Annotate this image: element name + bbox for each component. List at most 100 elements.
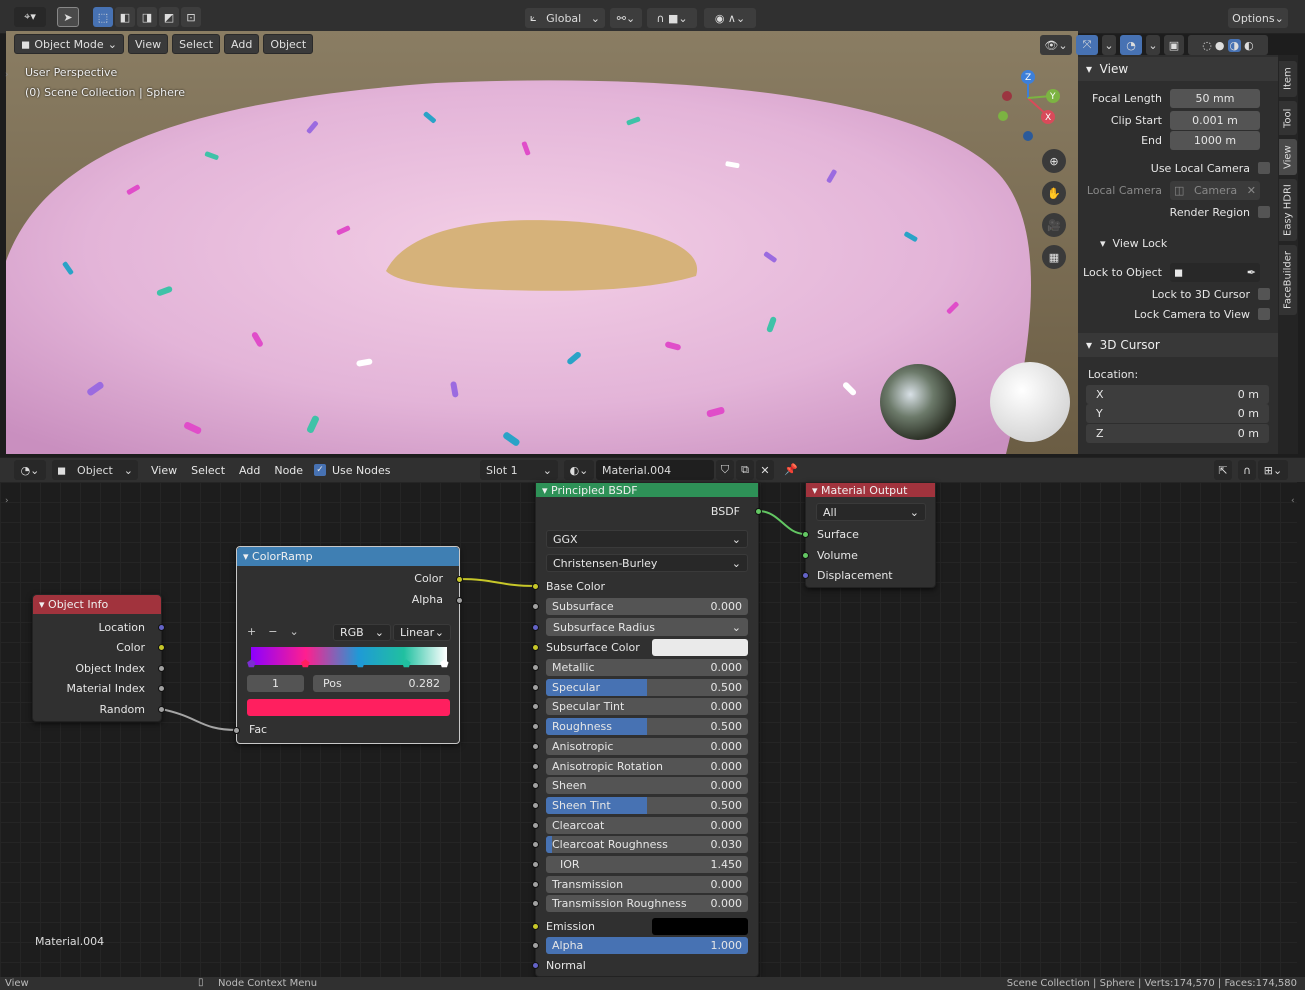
field-socket[interactable]: [532, 684, 539, 691]
material-shading-icon[interactable]: ◑: [1227, 38, 1242, 52]
options-dropdown[interactable]: Options ⌄: [1228, 8, 1288, 28]
viewport-menu-object[interactable]: Object: [263, 34, 314, 54]
snap-dropdown[interactable]: ∩ ■⌄: [647, 8, 697, 28]
grid-ortho-icon[interactable]: ▦: [1042, 245, 1066, 269]
view-lock-subheader[interactable]: ▾ View Lock: [1100, 233, 1167, 253]
subsurface-radius-socket[interactable]: [532, 624, 539, 631]
bsdf-field-anisotropic-rotation[interactable]: Anisotropic Rotation 0.000: [546, 758, 748, 775]
color-output-socket[interactable]: [456, 576, 463, 583]
active-stop-index-field[interactable]: 1: [247, 675, 304, 692]
gizmo-icon[interactable]: ⤧: [1076, 35, 1098, 55]
random-socket[interactable]: [158, 706, 165, 713]
visibility-icon[interactable]: 👁⌄: [1040, 35, 1072, 55]
proportional-edit-dropdown[interactable]: ◉ ∧⌄: [704, 8, 756, 28]
field-socket[interactable]: [532, 822, 539, 829]
shader-type-dropdown[interactable]: ◼ Object ⌄: [52, 460, 138, 480]
subsurface-color-socket[interactable]: [532, 644, 539, 651]
select-tool-button[interactable]: ➤: [57, 7, 79, 27]
zoom-icon[interactable]: ⊕: [1042, 149, 1066, 173]
3d-cursor-panel-header[interactable]: ▾ 3D Cursor: [1078, 333, 1278, 357]
stop-position-field[interactable]: Pos 0.282: [313, 675, 450, 692]
material-output-node[interactable]: ▾ Material Output All ⌄ Surface Volume Di…: [802, 482, 936, 588]
stop-color-swatch[interactable]: [247, 699, 450, 716]
tab-facebuilder[interactable]: FaceBuilder: [1279, 245, 1297, 315]
bsdf-field-anisotropic[interactable]: Anisotropic 0.000: [546, 738, 748, 755]
cursor-z-field[interactable]: Z0 m: [1086, 424, 1269, 443]
bsdf-field-clearcoat[interactable]: Clearcoat 0.000: [546, 817, 748, 834]
editor-type-button[interactable]: ◔⌄: [14, 460, 46, 480]
node-menu-add[interactable]: Add: [232, 464, 267, 477]
surface-socket[interactable]: [802, 531, 809, 538]
bsdf-field-specular[interactable]: Specular 0.500: [546, 679, 748, 696]
bsdf-field-ior[interactable]: IOR 1.450: [546, 856, 748, 873]
field-socket[interactable]: [532, 782, 539, 789]
subsurface-field[interactable]: Subsurface 0.000: [546, 598, 748, 615]
alpha-field[interactable]: Alpha 1.000: [546, 937, 748, 954]
overlays-icon[interactable]: ◔: [1120, 35, 1142, 55]
fac-input-socket[interactable]: [233, 727, 240, 734]
use-nodes-toggle[interactable]: ✓ Use Nodes: [314, 460, 391, 480]
color-mode-dropdown[interactable]: RGB ⌄: [333, 624, 391, 641]
bsdf-field-transmission-roughness[interactable]: Transmission Roughness 0.000: [546, 895, 748, 912]
interpolation-dropdown[interactable]: Linear ⌄: [393, 624, 451, 641]
close-icon[interactable]: ✕: [756, 460, 774, 480]
bsdf-field-metallic[interactable]: Metallic 0.000: [546, 659, 748, 676]
lock-to-object-field[interactable]: ◼ ✒: [1170, 262, 1260, 282]
field-socket[interactable]: [532, 900, 539, 907]
bsdf-field-transmission[interactable]: Transmission 0.000: [546, 876, 748, 893]
tab-view[interactable]: View: [1279, 139, 1297, 175]
color-socket[interactable]: [158, 644, 165, 651]
toolbar-expand-icon[interactable]: ›: [5, 70, 9, 80]
location-socket[interactable]: [158, 624, 165, 631]
clip-start-field[interactable]: 0.001 m: [1170, 110, 1260, 130]
material-name-field[interactable]: Material.004: [596, 460, 714, 480]
pivot-point-dropdown[interactable]: ⚯⌄: [610, 8, 642, 28]
select-new-icon[interactable]: ⬚: [93, 7, 113, 27]
lock-camera-to-view-checkbox[interactable]: [1258, 308, 1270, 320]
tab-easy-hdri[interactable]: Easy HDRI: [1279, 179, 1297, 241]
cursor-x-field[interactable]: X0 m: [1086, 385, 1269, 404]
chevron-down-icon[interactable]: ⌄: [1146, 35, 1160, 55]
rendered-shading-icon[interactable]: ◐: [1244, 39, 1254, 52]
ramp-stop-4[interactable]: ⬟: [440, 659, 449, 670]
material-index-socket[interactable]: [158, 685, 165, 692]
object-info-header[interactable]: ▾ Object Info: [33, 595, 161, 614]
navigation-gizmo[interactable]: Z X Y: [995, 68, 1065, 144]
slot-dropdown[interactable]: Slot 1 ⌄: [480, 460, 558, 480]
render-region-checkbox[interactable]: [1258, 206, 1270, 218]
close-icon[interactable]: ✕: [1247, 184, 1256, 197]
viewport-menu-select[interactable]: Select: [172, 34, 221, 54]
color-ramp-header[interactable]: ▾ ColorRamp: [237, 547, 459, 566]
cursor-y-field[interactable]: Y0 m: [1086, 404, 1269, 423]
bsdf-field-roughness[interactable]: Roughness 0.500: [546, 718, 748, 735]
field-socket[interactable]: [532, 664, 539, 671]
field-socket[interactable]: [532, 861, 539, 868]
solid-shading-icon[interactable]: ●: [1215, 39, 1225, 52]
field-socket[interactable]: [532, 802, 539, 809]
base-color-socket[interactable]: [532, 583, 539, 590]
shading-modes[interactable]: ◌ ● ◑ ◐: [1188, 35, 1268, 55]
select-extend-icon[interactable]: ◧: [115, 7, 135, 27]
clip-end-field[interactable]: 1000 m: [1170, 130, 1260, 150]
snap-icon[interactable]: ∩: [1238, 460, 1256, 480]
field-socket[interactable]: [532, 703, 539, 710]
snap-target-icon[interactable]: ⊞⌄: [1258, 460, 1288, 480]
node-menu-node[interactable]: Node: [267, 464, 310, 477]
focal-length-field[interactable]: 50 mm: [1170, 88, 1260, 108]
tab-tool[interactable]: Tool: [1279, 101, 1297, 135]
shield-icon[interactable]: ⛉: [716, 460, 734, 480]
minus-icon[interactable]: −: [268, 625, 277, 638]
ramp-stop-3[interactable]: ⬟: [402, 659, 411, 670]
ramp-stop-1[interactable]: ⬟: [301, 659, 310, 670]
parent-tree-icon[interactable]: ⇱: [1214, 460, 1232, 480]
field-socket[interactable]: [532, 743, 539, 750]
object-mode-dropdown[interactable]: ◼ Object Mode ⌄: [14, 34, 124, 54]
principled-bsdf-node[interactable]: ▾ Principled BSDF BSDF GGX ⌄ Christensen-…: [532, 482, 762, 977]
wireframe-shading-icon[interactable]: ◌: [1202, 39, 1212, 52]
subsurface-method-dropdown[interactable]: Christensen-Burley ⌄: [546, 554, 748, 572]
tab-item[interactable]: Item: [1279, 61, 1297, 97]
eyedropper-icon[interactable]: ✒: [1247, 266, 1256, 279]
volume-socket[interactable]: [802, 552, 809, 559]
subsurface-socket[interactable]: [532, 603, 539, 610]
distribution-dropdown[interactable]: GGX ⌄: [546, 530, 748, 548]
